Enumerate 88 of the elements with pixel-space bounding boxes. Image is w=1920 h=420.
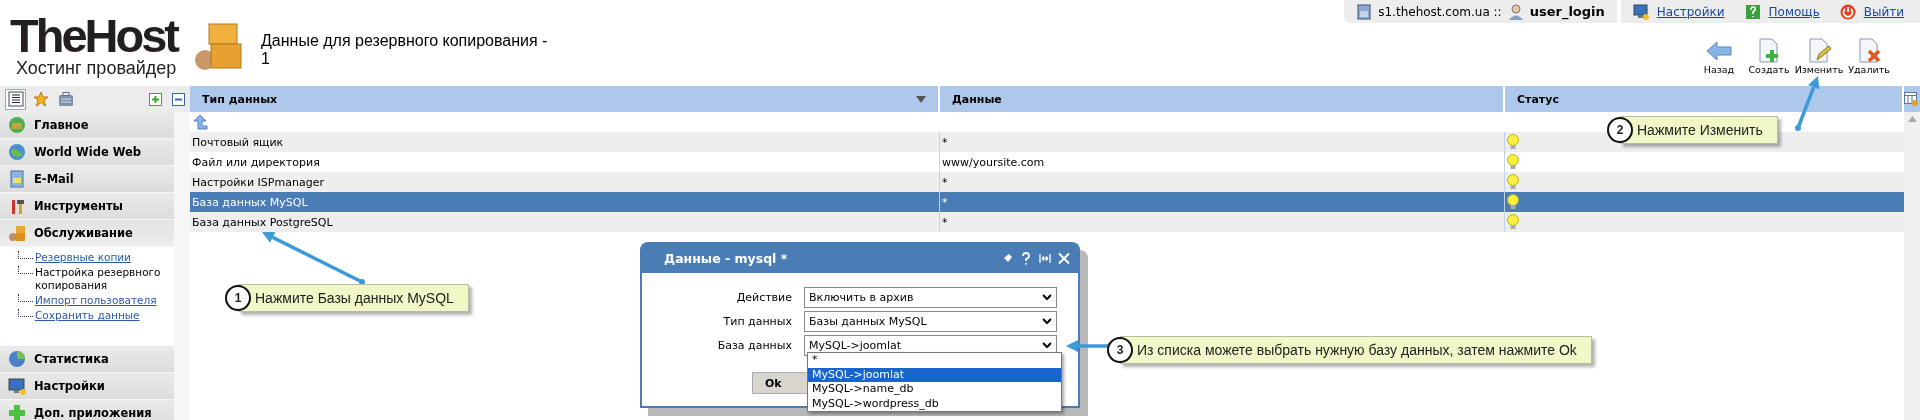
callout-text: Из списка можете выбрать нужную базу данных, затем нажмите Ok — [1137, 342, 1577, 358]
close-icon[interactable] — [1058, 252, 1070, 265]
boxes-icon — [8, 224, 26, 242]
crates-icon — [193, 20, 245, 72]
table-row[interactable]: База данных MySQL * — [190, 192, 1904, 212]
logo-subtitle: Хостинг провайдер — [16, 58, 177, 79]
server-icon — [1356, 3, 1373, 20]
table-cell: www/yoursite.com — [942, 155, 1045, 169]
header-link[interactable]: Выйти — [1863, 4, 1904, 19]
step-number: 1 — [225, 285, 251, 311]
toolbar-button[interactable]: Создать — [1746, 38, 1792, 75]
light-bulb-icon — [1507, 174, 1519, 190]
dropdown-option[interactable]: MySQL->joomlat — [808, 367, 1061, 382]
dropdown-option[interactable]: MySQL->wordpress_db — [808, 396, 1061, 411]
step-number: 3 — [1107, 337, 1133, 363]
sidebar-item[interactable]: E-Mail — [0, 166, 174, 192]
table-row[interactable]: База данных PostgreSQL * — [190, 212, 1904, 232]
table-cell: Файл или директория — [192, 155, 320, 169]
help-icon[interactable] — [1020, 252, 1032, 265]
table-cell: Почтовый ящик — [192, 135, 284, 149]
light-bulb-icon — [1507, 154, 1519, 170]
chevron-down-icon — [1042, 318, 1052, 325]
toolbar-button[interactable]: Назад — [1696, 38, 1742, 75]
table-cell: База данных PostgreSQL — [192, 215, 333, 229]
field-label: Тип данных — [722, 315, 792, 328]
view-toggle[interactable] — [5, 88, 26, 110]
header-link[interactable]: Помощь — [1768, 4, 1820, 19]
resize-icon[interactable] — [1039, 252, 1051, 265]
back-arrow-icon — [1705, 38, 1733, 64]
sidebar-link[interactable]: Импорт пользователя — [35, 294, 157, 307]
select-field[interactable]: Базы данных MySQL — [804, 311, 1057, 332]
light-bulb-icon — [1507, 214, 1519, 230]
callout-text: Нажмите Базы данных MySQL — [255, 290, 454, 306]
table-settings-icon[interactable] — [1904, 92, 1918, 106]
monitor-icon — [1632, 3, 1649, 20]
table-cell: База данных MySQL — [192, 195, 308, 209]
table-cell: Настройки ISPmanager — [192, 175, 324, 189]
logo-title: TheHost — [10, 14, 177, 58]
server-name: s1.thehost.com.ua :: — [1378, 4, 1502, 19]
toolbar-button[interactable]: Изменить — [1796, 38, 1842, 75]
monitor-icon — [8, 377, 26, 395]
pie-chart-icon — [8, 350, 26, 368]
user-name: user_login — [1529, 4, 1605, 19]
table-cell: * — [942, 195, 948, 209]
home-icon — [8, 116, 26, 134]
field-label: База данных — [716, 339, 792, 352]
up-level-icon[interactable] — [192, 114, 208, 130]
header-link[interactable]: Настройки — [1656, 4, 1725, 19]
help-icon — [1744, 3, 1761, 20]
dropdown-option[interactable]: * — [808, 353, 1061, 368]
arrow — [1795, 76, 1820, 131]
table-cell: * — [942, 215, 948, 229]
mail-icon — [8, 170, 26, 188]
table-cell: * — [942, 175, 948, 189]
step-number: 2 — [1607, 117, 1633, 143]
plus-icon — [8, 404, 26, 420]
star-icon — [32, 91, 49, 107]
sidebar-item[interactable]: Главное — [0, 112, 174, 138]
sidebar-link[interactable]: Сохранить данные — [35, 309, 140, 322]
light-bulb-icon — [1507, 134, 1519, 150]
sidebar-link[interactable]: Резервные копии — [35, 251, 131, 264]
page-title: Данные для резервного копирования - 1 — [261, 32, 549, 69]
dialog-title: Данные - mysql * — [664, 251, 788, 266]
collapse-all-icon[interactable] — [172, 92, 185, 106]
briefcase-icon — [57, 91, 74, 107]
sidebar-item[interactable]: Настройки — [0, 373, 174, 399]
toolbar-button[interactable]: Удалить — [1846, 38, 1892, 75]
globe-icon — [8, 143, 26, 161]
table-row[interactable]: Настройки ISPmanager * — [190, 172, 1904, 192]
sidebar-item[interactable]: Статистика — [0, 346, 174, 372]
list-icon — [7, 91, 24, 107]
sidebar-subitem[interactable]: Настройка резервного копирования — [35, 266, 174, 292]
expand-all-icon[interactable] — [149, 92, 162, 106]
light-bulb-icon — [1507, 194, 1519, 210]
power-icon — [1839, 3, 1856, 20]
user-icon — [1507, 3, 1524, 20]
chevron-down-icon — [1042, 294, 1052, 301]
sidebar-item[interactable]: World Wide Web — [0, 139, 174, 165]
column-header[interactable]: Данные — [940, 86, 1505, 112]
sort-icon — [916, 95, 926, 103]
table-cell: * — [942, 135, 948, 149]
sidebar-item[interactable]: Доп. приложения — [0, 400, 174, 420]
chevron-down-icon — [1042, 342, 1052, 349]
select-field[interactable]: Включить в архив — [804, 287, 1057, 308]
field-label: Действие — [735, 291, 792, 304]
sidebar-item[interactable]: Обслуживание — [0, 220, 174, 246]
sidebar-item[interactable]: Инструменты — [0, 193, 174, 219]
column-header[interactable]: Тип данных — [190, 86, 940, 112]
